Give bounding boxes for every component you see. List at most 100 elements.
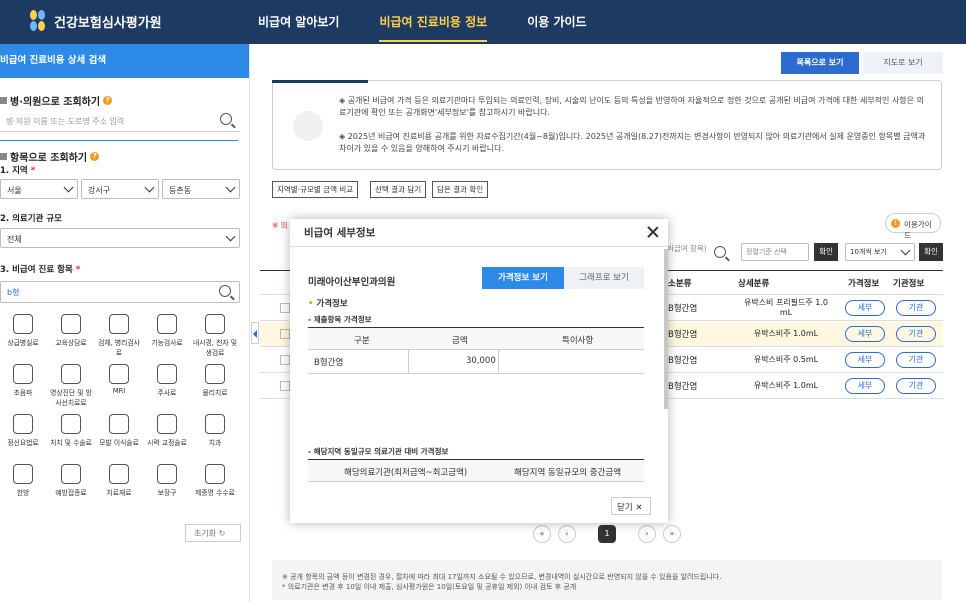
category-6[interactable]: 영상진단 및 방사선치료료: [48, 362, 94, 410]
item-value: b형: [7, 288, 20, 297]
category-label: 내시경, 천자 및 생검료: [192, 339, 237, 357]
view-saved-button[interactable]: 담은 결과 확인: [432, 181, 489, 198]
hospital-search-box[interactable]: 병·의원 이름 또는 도로명 주소 입력: [0, 110, 240, 132]
category-label: MRI: [112, 387, 126, 395]
reset-button[interactable]: 초기화 ↻: [185, 524, 241, 542]
hospital-search-title-text: 병·의원으로 조회하기: [10, 97, 101, 108]
region-dong-value: 등촌동: [169, 186, 192, 195]
notice-text-1: ◈ 공개된 비급여 가격 등은 의료기관마다 투입되는 의료인력, 장비, 시술…: [339, 96, 924, 117]
category-icon: [109, 314, 129, 334]
sidebar: 비급여 진료비용 상세 검색 병·의원으로 조회하기? 병·의원 이름 또는 도…: [0, 44, 250, 602]
item-input[interactable]: b형: [0, 281, 240, 303]
category-label: 치과: [208, 439, 222, 447]
org-button[interactable]: 기관: [896, 326, 936, 342]
hospital-search-input[interactable]: 병·의원 이름 또는 도로명 주소 입력: [6, 116, 124, 127]
category-16[interactable]: 예방접종료: [48, 462, 94, 510]
list-view-button[interactable]: 목록으로 보기: [781, 52, 859, 74]
row-detail: 유박스비주 0.5mL: [753, 355, 819, 364]
category-0[interactable]: 상급병실료: [0, 312, 46, 360]
search-icon[interactable]: [220, 113, 232, 125]
compare-button[interactable]: 지역별·규모별 금액 비교: [272, 181, 359, 198]
prev-page-button[interactable]: ‹: [558, 525, 576, 543]
sort-select[interactable]: 정렬기준 선택: [741, 243, 809, 261]
category-12[interactable]: 모발 이식술료: [96, 412, 142, 460]
size-select[interactable]: 전체: [0, 228, 240, 248]
category-5[interactable]: 초음파: [0, 362, 46, 410]
detail-button[interactable]: 세부: [845, 378, 885, 394]
region-dong-select[interactable]: 등촌동: [162, 179, 240, 199]
region-label: 1. 지역 *: [0, 166, 36, 176]
category-11[interactable]: 처치 및 수술료: [48, 412, 94, 460]
tab-graph[interactable]: 그래프로 보기: [564, 267, 644, 289]
category-4[interactable]: 내시경, 천자 및 생검료: [192, 312, 238, 360]
page-1-button[interactable]: 1: [598, 525, 616, 543]
region-gu-value: 강서구: [88, 186, 111, 195]
modal-scrollbar[interactable]: [664, 249, 668, 409]
close-button[interactable]: 닫기 ✕: [611, 497, 651, 515]
org-button[interactable]: 기관: [896, 300, 936, 316]
row-checkbox[interactable]: [280, 381, 290, 391]
category-3[interactable]: 기능검사료: [144, 312, 190, 360]
row-checkbox[interactable]: [280, 303, 290, 313]
row-checkbox[interactable]: [280, 329, 290, 339]
notice-icon: [293, 111, 323, 141]
category-19[interactable]: 제증명 수수료: [192, 462, 238, 510]
row-subcategory: B형간염: [668, 304, 698, 314]
category-icon: [205, 364, 225, 384]
category-14[interactable]: 치과: [192, 412, 238, 460]
category-13[interactable]: 시력 교정술료: [144, 412, 190, 460]
chevron-down-icon: [63, 182, 74, 193]
category-label: 물리치료: [202, 389, 228, 397]
detail-button[interactable]: 세부: [845, 352, 885, 368]
category-17[interactable]: 치료재료: [96, 462, 142, 510]
category-label: 정신요법료: [7, 439, 39, 447]
usage-guide-button[interactable]: 이용가이드: [885, 213, 941, 240]
help-icon[interactable]: ?: [103, 96, 113, 105]
category-icon: [13, 464, 33, 484]
logo[interactable]: 건강보험심사평가원: [30, 10, 162, 32]
region-sido-select[interactable]: 서울: [0, 179, 78, 199]
org-button[interactable]: 기관: [896, 352, 936, 368]
map-view-button[interactable]: 지도로 보기: [863, 52, 943, 74]
category-label: 상급병실료: [7, 339, 39, 347]
category-10[interactable]: 정신요법료: [0, 412, 46, 460]
select-save-button[interactable]: 선택 결과 담기: [370, 181, 427, 198]
category-icon: [157, 314, 177, 334]
region-gu-select[interactable]: 강서구: [81, 179, 159, 199]
col-type: 구분: [354, 336, 370, 346]
search-icon[interactable]: [219, 285, 231, 297]
next-page-button[interactable]: ›: [638, 525, 656, 543]
category-18[interactable]: 보장구: [144, 462, 190, 510]
per-page-select[interactable]: 10개씩 보기: [845, 243, 915, 261]
category-icon: [61, 314, 81, 334]
hospital-search-title: 병·의원으로 조회하기?: [0, 93, 113, 108]
category-2[interactable]: 검체, 병리검사료: [96, 312, 142, 360]
category-15[interactable]: 한방: [0, 462, 46, 510]
table-row: B형간염 30,000: [308, 350, 644, 374]
per-page-confirm-button[interactable]: 확인: [919, 243, 943, 261]
last-page-button[interactable]: »: [663, 525, 681, 543]
category-7[interactable]: MRI: [96, 362, 142, 410]
sidebar-collapse-handle[interactable]: [251, 322, 259, 344]
tab-price-info[interactable]: 가격정보 보기: [482, 267, 564, 289]
nav-guide[interactable]: 이용 가이드: [527, 0, 586, 44]
sort-confirm-button[interactable]: 확인: [814, 243, 838, 261]
first-page-button[interactable]: «: [533, 525, 551, 543]
row-checkbox[interactable]: [280, 355, 290, 365]
chevron-down-icon: [144, 182, 155, 193]
category-9[interactable]: 물리치료: [192, 362, 238, 410]
help-icon[interactable]: ?: [90, 152, 100, 161]
close-icon[interactable]: [646, 225, 660, 239]
detail-button[interactable]: 세부: [845, 300, 885, 316]
category-icon: [13, 314, 33, 334]
per-page-value: 10개씩 보기: [850, 248, 887, 256]
category-label: 시력 교정술료: [147, 439, 187, 447]
search-icon[interactable]: [714, 246, 726, 258]
nav-learn[interactable]: 비급여 알아보기: [258, 0, 339, 44]
category-8[interactable]: 주사료: [144, 362, 190, 410]
org-button[interactable]: 기관: [896, 378, 936, 394]
detail-button[interactable]: 세부: [845, 326, 885, 342]
nav-cost-info[interactable]: 비급여 진료비용 정보: [379, 0, 487, 44]
category-1[interactable]: 교육상담료: [48, 312, 94, 360]
region-compare-label: - 해당지역 동일규모 의료기관 대비 가격정보: [308, 447, 449, 456]
